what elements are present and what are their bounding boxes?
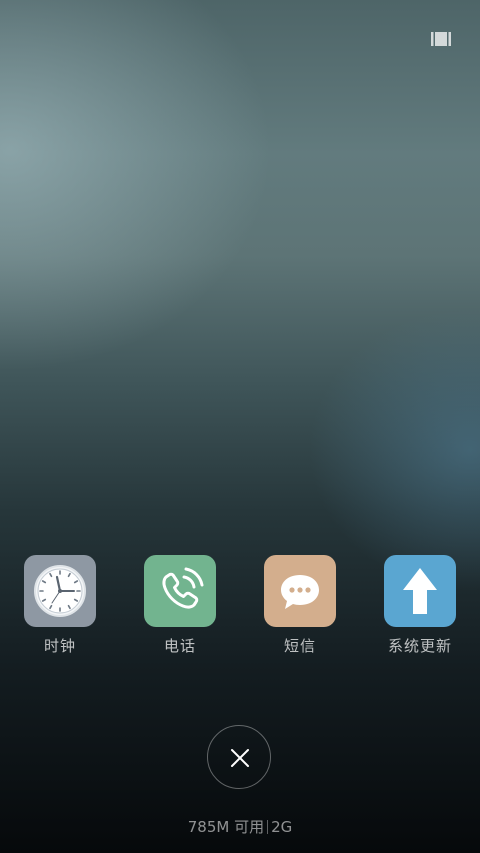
close-icon bbox=[231, 749, 249, 767]
memory-total: 2G bbox=[271, 818, 293, 836]
recent-apps-screen: 时钟 电话 短信 系统更新 785M 可用 2G bbox=[0, 0, 480, 853]
messages-app-tile bbox=[264, 555, 336, 627]
view-switch-button[interactable] bbox=[431, 31, 451, 46]
message-icon bbox=[281, 575, 319, 609]
clock-icon bbox=[34, 565, 86, 617]
app-system-update[interactable]: 系统更新 bbox=[360, 555, 480, 665]
clock-app-tile bbox=[24, 555, 96, 627]
recent-apps-row: 时钟 电话 短信 系统更新 bbox=[0, 555, 480, 665]
system-update-app-tile bbox=[384, 555, 456, 627]
app-label: 时钟 bbox=[43, 637, 76, 655]
app-clock[interactable]: 时钟 bbox=[0, 555, 120, 665]
memory-info: 785M 可用 2G bbox=[0, 816, 480, 837]
memory-available: 785M 可用 bbox=[187, 818, 265, 836]
app-phone[interactable]: 电话 bbox=[120, 555, 240, 665]
app-label: 系统更新 bbox=[387, 637, 452, 655]
view-switch-icon bbox=[431, 32, 451, 46]
app-label: 短信 bbox=[283, 637, 316, 655]
phone-icon bbox=[162, 567, 204, 609]
clear-all-button[interactable] bbox=[207, 725, 271, 789]
phone-app-tile bbox=[144, 555, 216, 627]
memory-separator bbox=[267, 820, 269, 834]
app-messages[interactable]: 短信 bbox=[240, 555, 360, 665]
update-arrow-icon bbox=[403, 568, 437, 614]
app-label: 电话 bbox=[163, 637, 196, 655]
